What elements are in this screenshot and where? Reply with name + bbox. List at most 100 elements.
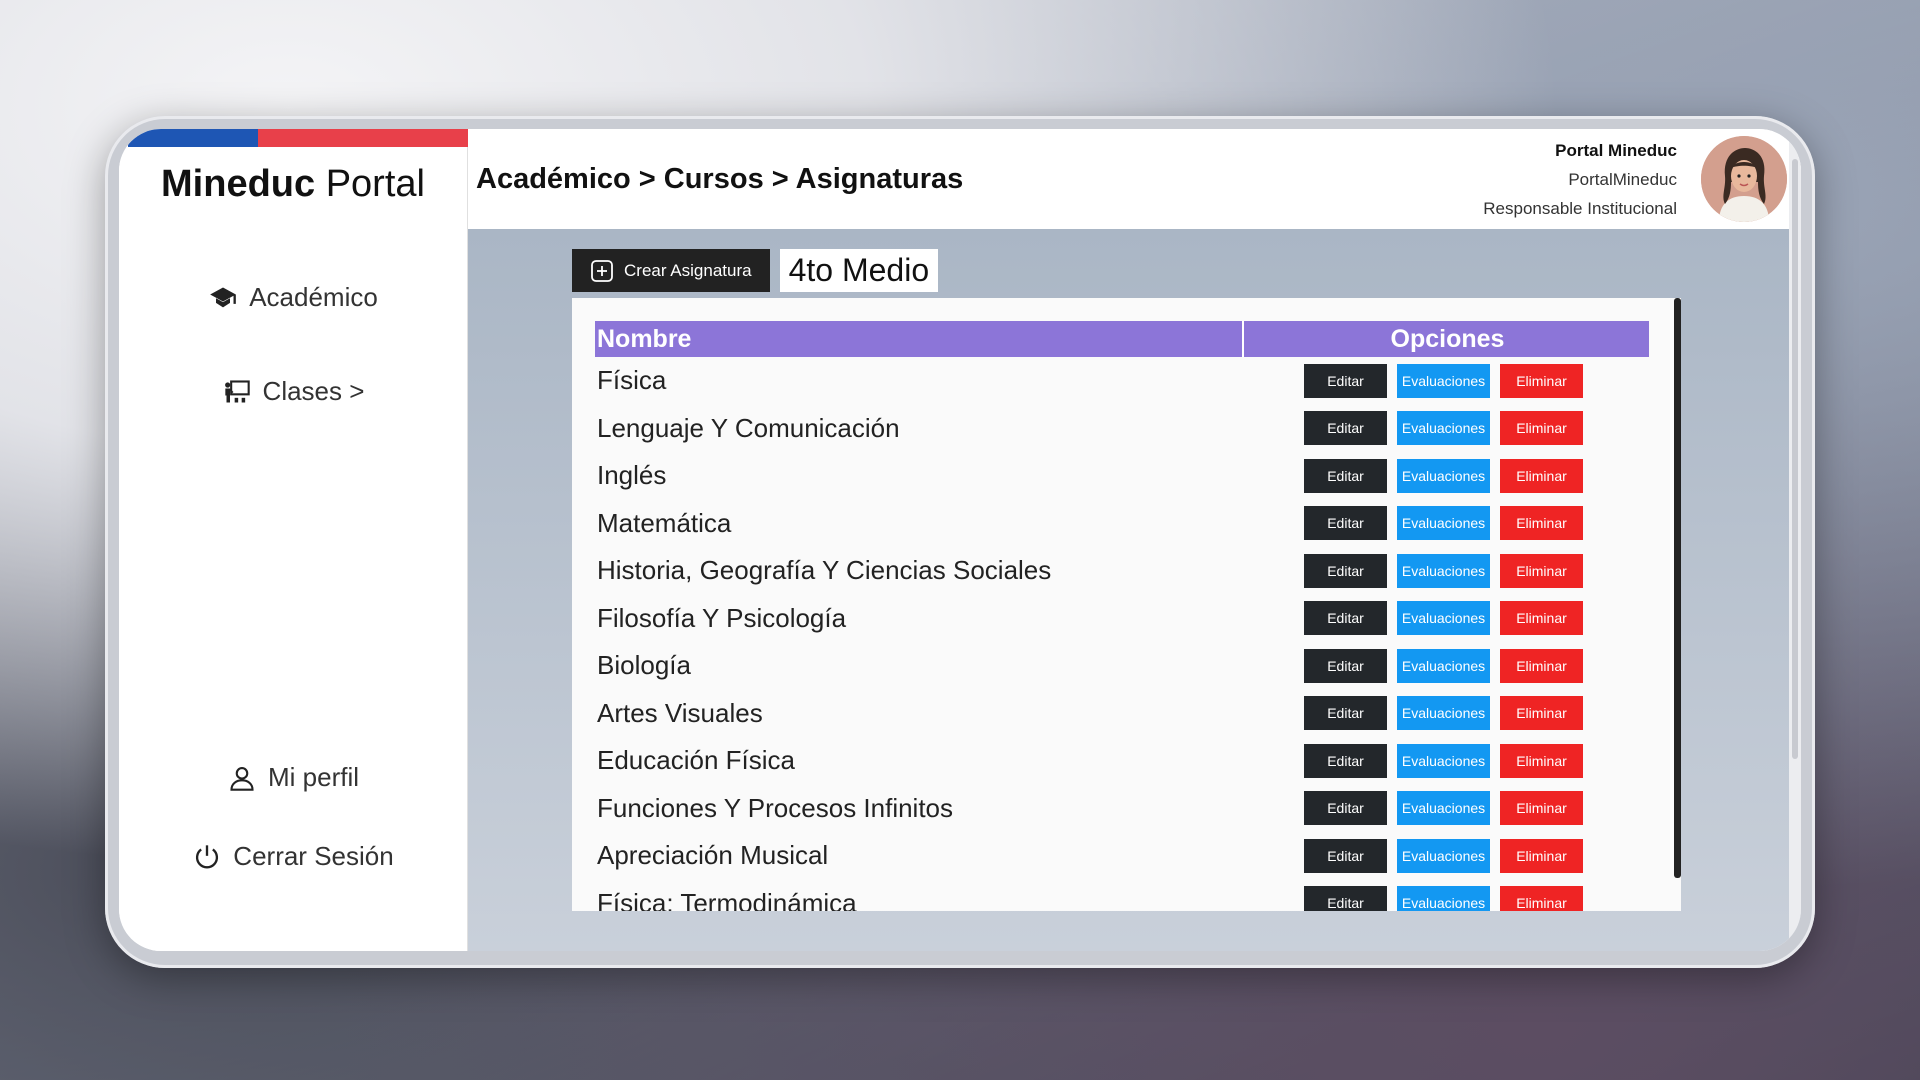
subject-name: Física (597, 365, 667, 396)
edit-button[interactable]: Editar (1304, 791, 1387, 826)
user-role: Responsable Institucional (1483, 198, 1677, 218)
app-screen: Mineduc Portal Académico Clases > Mi per… (119, 129, 1801, 951)
row-actions: Editar Evaluaciones Eliminar (1243, 690, 1649, 738)
column-header-options: Opciones (1242, 321, 1649, 357)
row-actions: Editar Evaluaciones Eliminar (1243, 642, 1649, 690)
evaluations-button[interactable]: Evaluaciones (1397, 886, 1490, 911)
user-username: PortalMineduc (1568, 169, 1677, 189)
subject-name: Biología (597, 650, 691, 681)
edit-button[interactable]: Editar (1304, 363, 1387, 398)
evaluations-button[interactable]: Evaluaciones (1397, 838, 1490, 873)
create-subject-button[interactable]: Crear Asignatura (572, 249, 770, 292)
delete-button[interactable]: Eliminar (1500, 411, 1583, 446)
sidebar: Mineduc Portal Académico Clases > Mi per… (119, 129, 468, 951)
table-body: Física Editar Evaluaciones Eliminar Lenguaje… (595, 357, 1649, 911)
table-row: Lenguaje Y Comunicación Editar Evaluacione… (595, 405, 1649, 453)
table-scrollbar[interactable] (1674, 298, 1681, 878)
delete-button[interactable]: Eliminar (1500, 791, 1583, 826)
table-row: Física Editar Evaluaciones Eliminar (595, 357, 1649, 405)
main-area: Académico > Cursos > Asignaturas Portal … (468, 129, 1801, 951)
row-actions: Editar Evaluaciones Eliminar (1243, 737, 1649, 785)
sidebar-item-academico[interactable]: Académico (119, 282, 468, 313)
edit-button[interactable]: Editar (1304, 743, 1387, 778)
row-actions: Editar Evaluaciones Eliminar (1243, 357, 1649, 405)
row-actions: Editar Evaluaciones Eliminar (1243, 595, 1649, 643)
table-header: Nombre Opciones (595, 321, 1649, 357)
delete-button[interactable]: Eliminar (1500, 648, 1583, 683)
edit-button[interactable]: Editar (1304, 648, 1387, 683)
subject-name: Historia, Geografía Y Ciencias Sociales (597, 555, 1052, 586)
delete-button[interactable]: Eliminar (1500, 838, 1583, 873)
window-scrollbar[interactable] (1792, 159, 1798, 759)
subject-name: Física: Termodinámica (597, 887, 857, 911)
delete-button[interactable]: Eliminar (1500, 363, 1583, 398)
edit-button[interactable]: Editar (1304, 553, 1387, 588)
delete-button[interactable]: Eliminar (1500, 553, 1583, 588)
evaluations-button[interactable]: Evaluaciones (1397, 743, 1490, 778)
table-row: Física: Termodinámica Editar Evaluaciones E… (595, 880, 1649, 911)
user-panel[interactable]: Portal Mineduc PortalMineduc Responsable… (1483, 136, 1787, 223)
delete-button[interactable]: Eliminar (1500, 886, 1583, 911)
sidebar-item-clases[interactable]: Clases > (119, 376, 468, 407)
flag-stripe (128, 129, 468, 147)
content-area: Crear Asignatura 4to Medio Nombre Opcion… (468, 229, 1801, 951)
evaluations-button[interactable]: Evaluaciones (1397, 411, 1490, 446)
topbar: Académico > Cursos > Asignaturas Portal … (468, 129, 1801, 229)
window-scrollbar-track (1789, 129, 1801, 951)
edit-button[interactable]: Editar (1304, 506, 1387, 541)
row-actions: Editar Evaluaciones Eliminar (1243, 500, 1649, 548)
evaluations-button[interactable]: Evaluaciones (1397, 363, 1490, 398)
subject-name: Educación Física (597, 745, 795, 776)
edit-button[interactable]: Editar (1304, 886, 1387, 911)
evaluations-button[interactable]: Evaluaciones (1397, 458, 1490, 493)
subject-name: Filosofía Y Psicología (597, 602, 847, 633)
user-icon (230, 766, 254, 791)
evaluations-button[interactable]: Evaluaciones (1397, 791, 1490, 826)
evaluations-button[interactable]: Evaluaciones (1397, 553, 1490, 588)
delete-button[interactable]: Eliminar (1500, 696, 1583, 731)
subject-name: Funciones Y Procesos Infinitos (597, 792, 954, 823)
subject-name: Matemática (597, 507, 732, 538)
avatar[interactable] (1701, 136, 1787, 222)
delete-button[interactable]: Eliminar (1500, 601, 1583, 636)
graduation-cap-icon (210, 287, 237, 307)
evaluations-button[interactable]: Evaluaciones (1397, 696, 1490, 731)
table-row: Educación Física Editar Evaluaciones Elimin… (595, 737, 1649, 785)
user-name: Portal Mineduc (1555, 140, 1677, 160)
edit-button[interactable]: Editar (1304, 696, 1387, 731)
avatar-image (1701, 136, 1787, 222)
table-row: Matemática Editar Evaluaciones Eliminar (595, 500, 1649, 548)
table-row: Historia, Geografía Y Ciencias Sociales E… (595, 547, 1649, 595)
edit-button[interactable]: Editar (1304, 838, 1387, 873)
subjects-card: Nombre Opciones Física Editar Evaluaciones… (572, 298, 1681, 911)
delete-button[interactable]: Eliminar (1500, 458, 1583, 493)
row-actions: Editar Evaluaciones Eliminar (1243, 785, 1649, 833)
row-actions: Editar Evaluaciones Eliminar (1243, 547, 1649, 595)
subjects-table: Nombre Opciones Física Editar Evaluaciones… (595, 321, 1649, 911)
row-actions: Editar Evaluaciones Eliminar (1243, 880, 1649, 911)
table-row: Apreciación Musical Editar Evaluaciones Eli… (595, 832, 1649, 880)
table-row: Biología Editar Evaluaciones Eliminar (595, 642, 1649, 690)
row-actions: Editar Evaluaciones Eliminar (1243, 452, 1649, 500)
brand-logo: Mineduc Portal (161, 163, 425, 205)
evaluations-button[interactable]: Evaluaciones (1397, 648, 1490, 683)
sidebar-item-mi-perfil[interactable]: Mi perfil (119, 762, 468, 793)
row-actions: Editar Evaluaciones Eliminar (1243, 405, 1649, 453)
subject-name: Lenguaje Y Comunicación (597, 412, 900, 443)
breadcrumb: Académico > Cursos > Asignaturas (476, 162, 964, 195)
subject-name: Artes Visuales (597, 697, 763, 728)
plus-square-icon (591, 259, 613, 282)
edit-button[interactable]: Editar (1304, 601, 1387, 636)
evaluations-button[interactable]: Evaluaciones (1397, 601, 1490, 636)
sidebar-item-cerrar-sesion[interactable]: Cerrar Sesión (119, 841, 468, 872)
subject-name: Apreciación Musical (597, 840, 829, 871)
edit-button[interactable]: Editar (1304, 411, 1387, 446)
power-icon (196, 844, 219, 868)
table-row: Inglés Editar Evaluaciones Eliminar (595, 452, 1649, 500)
toolbar: Crear Asignatura 4to Medio (572, 249, 939, 292)
delete-button[interactable]: Eliminar (1500, 743, 1583, 778)
evaluations-button[interactable]: Evaluaciones (1397, 506, 1490, 541)
delete-button[interactable]: Eliminar (1500, 506, 1583, 541)
row-actions: Editar Evaluaciones Eliminar (1243, 832, 1649, 880)
edit-button[interactable]: Editar (1304, 458, 1387, 493)
